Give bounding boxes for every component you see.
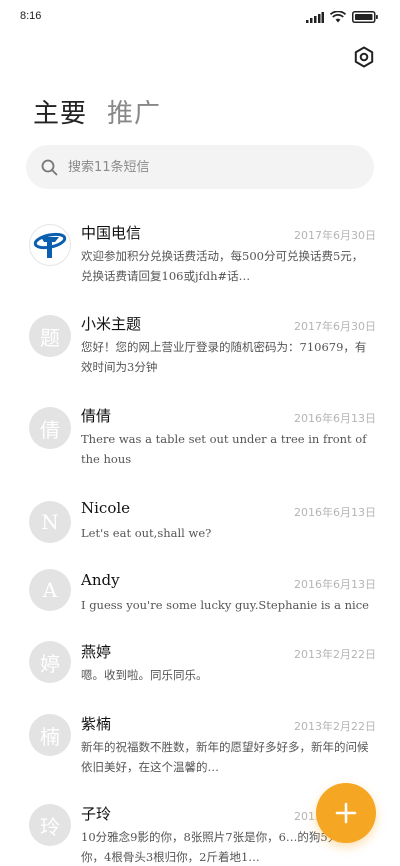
wifi-icon — [330, 11, 346, 23]
list-item[interactable]: A Andy 2016年6月13日 I guess you're some lu… — [0, 569, 400, 619]
message-preview: I guess you're some lucky guy.Stephanie … — [81, 598, 369, 612]
avatar: A — [29, 569, 71, 611]
avatar: 楠 — [29, 714, 71, 756]
message-date: 2016年6月13日 — [294, 506, 376, 519]
tab-bar: 主要 推广 — [33, 93, 161, 130]
new-message-button[interactable] — [316, 783, 376, 843]
search-bar[interactable] — [26, 145, 374, 189]
message-date: 2017年6月30日 — [294, 229, 376, 242]
search-input[interactable] — [68, 145, 358, 189]
settings-icon — [354, 46, 374, 68]
signal-icon — [306, 11, 324, 23]
avatar: 玲 — [29, 804, 71, 846]
message-preview: Let's eat out,shall we? — [81, 526, 212, 540]
sender-name: 中国电信 — [81, 224, 142, 242]
settings-button[interactable] — [352, 45, 376, 69]
china-telecom-logo — [33, 232, 67, 258]
message-date: 2013年2月22日 — [294, 648, 376, 661]
message-date: 2013年2月22日 — [294, 720, 376, 733]
sender-name: Nicole — [81, 499, 131, 517]
message-date: 2017年6月30日 — [294, 320, 376, 333]
message-preview: 您好！您的网上营业厅登录的随机密码为：710679，有效时间为3分钟 — [81, 340, 367, 374]
avatar: 婷 — [29, 641, 71, 683]
battery-icon — [352, 11, 378, 23]
status-time: 8:16 — [20, 10, 42, 22]
status-bar: 8:16 — [0, 0, 400, 34]
tab-primary[interactable]: 主要 — [33, 93, 87, 130]
tab-promotions[interactable]: 推广 — [107, 93, 161, 130]
sender-name: 燕婷 — [81, 643, 112, 661]
message-preview: 新年的祝福数不胜数，新年的愿望好多好多，新年的问候依旧美好，在这个温馨的… — [81, 740, 369, 774]
sender-name: Andy — [81, 571, 120, 589]
avatar — [29, 224, 71, 266]
search-icon — [41, 159, 58, 176]
sender-name: 紫楠 — [81, 715, 112, 733]
plus-icon — [335, 802, 357, 824]
message-date: 2016年6月13日 — [294, 578, 376, 591]
list-item[interactable]: 楠 紫楠 2013年2月22日 新年的祝福数不胜数，新年的愿望好多好多，新年的问… — [0, 711, 400, 781]
list-item[interactable]: 中国电信 2017年6月30日 欢迎参加积分兑换话费活动，每500分可兑换话费5… — [0, 220, 400, 290]
sender-name: 小米主题 — [81, 315, 142, 333]
list-item[interactable]: N Nicole 2016年6月13日 Let's eat out,shall … — [0, 497, 400, 547]
message-preview: 欢迎参加积分兑换话费活动，每500分可兑换话费5元，兑换话费请回复106或jfd… — [81, 249, 364, 283]
message-preview: 嗯。收到啦。同乐同乐。 — [81, 668, 208, 682]
avatar: 倩 — [29, 407, 71, 449]
avatar: N — [29, 501, 71, 543]
sender-name: 子玲 — [81, 805, 112, 823]
avatar: 题 — [29, 315, 71, 357]
message-preview: There was a table set out under a tree i… — [81, 432, 367, 466]
list-item[interactable]: 婷 燕婷 2013年2月22日 嗯。收到啦。同乐同乐。 — [0, 639, 400, 689]
status-icons — [306, 11, 378, 23]
list-item[interactable]: 题 小米主题 2017年6月30日 您好！您的网上营业厅登录的随机密码为：710… — [0, 311, 400, 381]
message-date: 2016年6月13日 — [294, 412, 376, 425]
list-item[interactable]: 倩 倩倩 2016年6月13日 There was a table set ou… — [0, 403, 400, 473]
sender-name: 倩倩 — [81, 407, 112, 425]
